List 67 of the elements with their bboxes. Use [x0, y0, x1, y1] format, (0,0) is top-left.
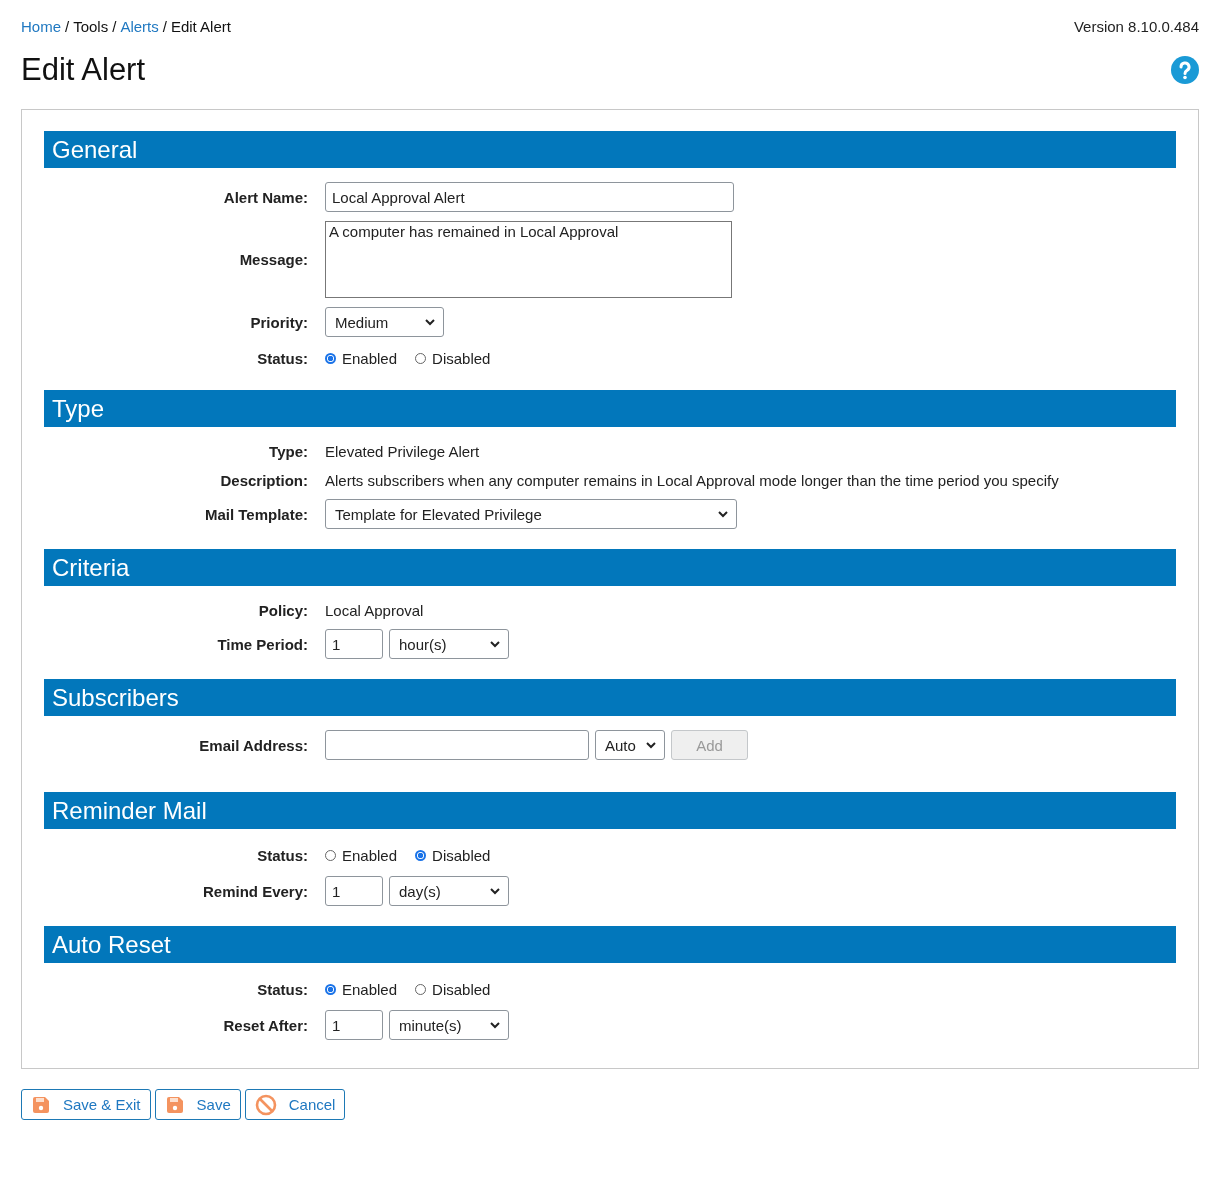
radio-label: Enabled [342, 980, 398, 998]
field-label: Time Period: [216, 635, 309, 653]
breadcrumb-link[interactable]: Home [21, 18, 61, 35]
message-field[interactable]: A computer has remained in Local Approval [325, 221, 732, 298]
radio-button[interactable] [415, 983, 427, 995]
prohibited-icon [254, 1093, 277, 1116]
field-label: Email Address: [198, 736, 309, 754]
email-field[interactable] [325, 730, 589, 760]
chevron-down-icon [646, 741, 656, 749]
field-label: Status: [256, 846, 309, 864]
help-icon[interactable] [1171, 56, 1199, 84]
breadcrumb-separator: / [162, 18, 167, 35]
breadcrumb-item: Edit Alert [170, 18, 231, 35]
unit-dropdown[interactable]: minute(s) [389, 1010, 509, 1040]
field-label: Alert Name: [222, 188, 309, 206]
field-label: Status: [256, 980, 309, 998]
breadcrumb-link[interactable]: Alerts [120, 18, 159, 35]
unit-dropdown[interactable]: day(s) [389, 876, 509, 906]
field-label: Reset After: [222, 1016, 309, 1034]
field-label: Policy: [257, 601, 309, 619]
field-value: Alerts subscribers when any computer remains in Local Approval mode longer than the time period you specify [325, 471, 1059, 489]
chevron-down-icon [490, 1021, 500, 1029]
field-label: Mail Template: [203, 505, 309, 523]
number-field[interactable]: 1 [325, 876, 383, 906]
radio-label: Enabled [342, 846, 398, 864]
radio-button[interactable] [325, 352, 336, 364]
radio-button[interactable] [325, 983, 336, 995]
chevron-down-icon [490, 887, 500, 895]
mode-dropdown[interactable]: Auto [595, 730, 665, 760]
breadcrumb-item: Tools [73, 18, 109, 35]
field-label: Description: [219, 471, 309, 489]
dropdown[interactable]: Medium [325, 307, 444, 337]
field-label: Remind Every: [201, 882, 309, 900]
chevron-down-icon [425, 318, 435, 326]
radio-button[interactable] [325, 849, 336, 861]
action-button[interactable]: Cancel [244, 1089, 346, 1120]
section-header: Auto Reset [44, 926, 1176, 963]
radio-button[interactable] [415, 352, 427, 364]
unit-dropdown[interactable]: hour(s) [389, 629, 509, 659]
number-field[interactable]: 1 [325, 1010, 383, 1040]
radio-button[interactable] [415, 849, 427, 861]
page-title: Edit Alert [21, 52, 146, 88]
section-header: Criteria [44, 549, 1176, 586]
section-header: General [44, 131, 1176, 168]
radio-label: Disabled [432, 846, 491, 864]
number-field[interactable]: 1 [325, 629, 383, 659]
chevron-down-icon [490, 640, 500, 648]
radio-label: Enabled [342, 349, 398, 367]
action-button[interactable]: Save & Exit [21, 1089, 151, 1120]
section-header: Reminder Mail [44, 792, 1176, 829]
radio-label: Disabled [432, 980, 491, 998]
field-value: Elevated Privilege Alert [325, 442, 480, 460]
section-header: Subscribers [44, 679, 1176, 716]
field-label: Priority: [249, 313, 309, 331]
field-label: Message: [238, 251, 309, 268]
breadcrumb-separator: / [65, 18, 70, 35]
field-label: Status: [256, 349, 309, 367]
action-button[interactable]: Save [154, 1089, 241, 1120]
field-value: Local Approval [325, 601, 424, 619]
radio-label: Disabled [432, 349, 491, 367]
version-text: Version 8.10.0.484 [1073, 18, 1199, 35]
text-field[interactable]: Local Approval Alert [325, 182, 734, 212]
dropdown[interactable]: Template for Elevated Privilege [325, 499, 737, 529]
field-label: Type: [268, 442, 309, 460]
section-header: Type [44, 390, 1176, 427]
breadcrumb-separator: / [112, 18, 117, 35]
chevron-down-icon [718, 510, 728, 518]
